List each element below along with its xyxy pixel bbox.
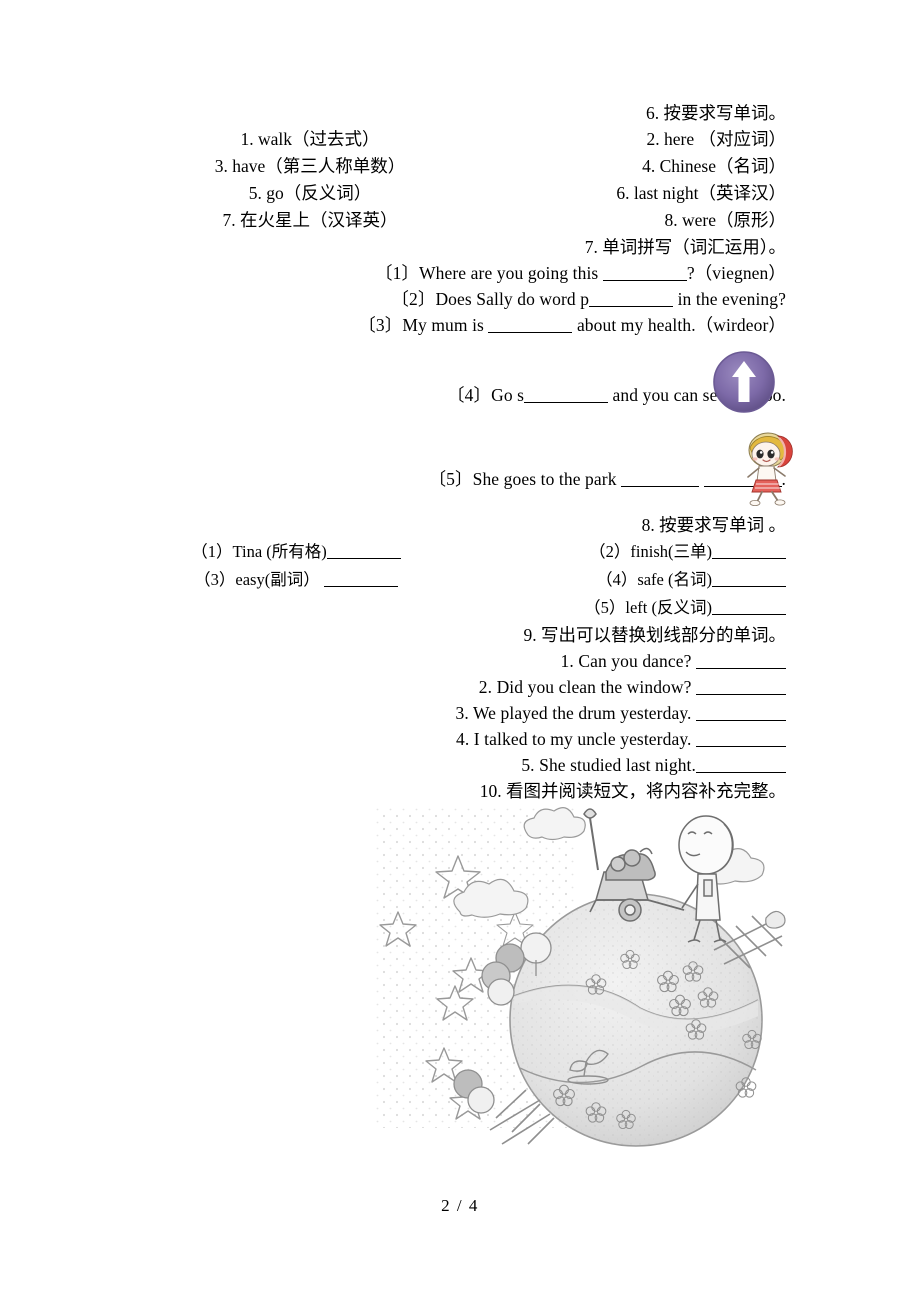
section-8-heading: 8. 按要求写单词 。	[641, 515, 786, 535]
section-6-row-2: 3. have（第三人称单数） 4. Chinese（名词）	[135, 153, 786, 180]
walking-girl-icon	[738, 432, 794, 507]
section-8-item-3: （3）easy(副词）	[135, 566, 457, 594]
answer-blank[interactable]	[712, 558, 786, 559]
answer-blank[interactable]	[696, 772, 786, 773]
section-8-item-5-label: （5）left (反义词)	[584, 598, 712, 617]
section-8-row-1: （1）Tina (所有格) （2）finish(三单)	[135, 538, 786, 566]
section-8-item-1-label: （1）Tina (所有格)	[191, 542, 327, 561]
section-6-row-4: 7. 在火星上（汉译英） 8. were（原形）	[135, 207, 787, 234]
page-number: 2 / 4	[441, 1196, 479, 1215]
section-6-item-3: 3. have（第三人称单数）	[214, 156, 406, 176]
answer-blank[interactable]	[712, 586, 786, 587]
section-7-q1-suffix: ?（viegnen）	[686, 263, 786, 283]
section-7-q5-prefix: 〔5〕She goes to the park	[428, 469, 617, 489]
section-9-item-3: 3. We played the drum yesterday.	[135, 700, 786, 726]
answer-blank[interactable]	[696, 720, 786, 721]
section-7-q2-prefix: 〔2〕Does Sally do word p	[391, 289, 590, 309]
up-arrow-sign-icon	[711, 349, 777, 415]
section-8-item-3-label: （3）easy(副词）	[194, 570, 320, 589]
section-9-heading: 9. 写出可以替换划线部分的单词。	[523, 625, 787, 645]
section-7-question-3: 〔3〕My mum is about my health.（wirdeor）	[135, 312, 786, 338]
section-9-item-1-text: 1. Can you dance?	[560, 651, 692, 671]
section-8-row-2: （3）easy(副词） （4）safe (名词)	[135, 566, 786, 594]
answer-blank[interactable]	[488, 332, 573, 333]
section-6-row-3: 5. go（反义词） 6. last night（英译汉）	[135, 180, 786, 207]
section-7-q3-suffix: about my health.（wirdeor）	[576, 315, 786, 335]
answer-blank[interactable]	[589, 306, 674, 307]
section-8-item-2: （2）finish(三单)	[457, 538, 786, 566]
worksheet-page: 6. 按要求写单词。 1. walk（过去式） 2. here （对应词） 3.…	[0, 0, 920, 1302]
section-7-heading: 7. 单词拼写（词汇运用）。	[584, 237, 786, 257]
section-6-item-1: 1. walk（过去式）	[240, 129, 380, 149]
section-9-item-4: 4. I talked to my uncle yesterday.	[135, 726, 786, 752]
section-7-q2-suffix: in the evening?	[677, 289, 786, 309]
section-9-item-3-text: 3. We played the drum yesterday.	[455, 703, 692, 723]
answer-blank[interactable]	[712, 614, 786, 615]
planet-with-child-illustration	[368, 800, 790, 1152]
section-9-item-1: 1. Can you dance?	[135, 648, 786, 674]
section-7-q4-prefix: 〔4〕Go s	[447, 385, 525, 405]
section-7-question-5: 〔5〕She goes to the park .	[135, 466, 786, 492]
answer-blank[interactable]	[524, 402, 609, 403]
section-6-item-8: 8. were（原形）	[664, 210, 787, 230]
section-9-item-2-text: 2. Did you clean the window?	[478, 677, 692, 697]
section-8-item-4-label: （4）safe (名词)	[596, 570, 712, 589]
section-7-question-2: 〔2〕Does Sally do word p in the evening?	[135, 286, 786, 312]
section-7-q3-prefix: 〔3〕My mum is	[358, 315, 484, 335]
section-6-item-2: 2. here （对应词）	[646, 129, 787, 149]
section-9-item-4-text: 4. I talked to my uncle yesterday.	[455, 729, 692, 749]
answer-blank[interactable]	[602, 280, 687, 281]
answer-blank[interactable]	[326, 558, 401, 559]
answer-blank[interactable]	[696, 746, 786, 747]
section-6-item-6: 6. last night（英译汉）	[616, 183, 786, 203]
answer-blank[interactable]	[696, 668, 786, 669]
content-column: 6. 按要求写单词。 1. walk（过去式） 2. here （对应词） 3.…	[135, 100, 786, 804]
section-7-question-1: 〔1〕Where are you going this ?（viegnen）	[135, 260, 786, 286]
section-6-item-4: 4. Chinese（名词）	[642, 156, 786, 176]
section-9-item-5-text: 5. She studied last night.	[521, 755, 696, 775]
section-8-item-2-label: （2）finish(三单)	[589, 542, 712, 561]
answer-blank[interactable]	[696, 694, 786, 695]
answer-blank[interactable]	[621, 486, 700, 487]
section-8-row-3: （5）left (反义词)	[135, 594, 786, 622]
section-8-item-1: （1）Tina (所有格)	[135, 538, 457, 566]
section-9-item-2: 2. Did you clean the window?	[135, 674, 786, 700]
section-7-question-4: 〔4〕Go s and you can see the zoo.	[135, 382, 786, 408]
section-9-item-5: 5. She studied last night.	[135, 752, 786, 778]
section-8-item-5: （5）left (反义词)	[457, 594, 786, 622]
section-6-heading: 6. 按要求写单词。	[646, 103, 786, 123]
section-8-item-4: （4）safe (名词)	[457, 566, 786, 594]
section-6-item-5: 5. go（反义词）	[248, 183, 372, 203]
section-6-item-7: 7. 在火星上（汉译英）	[222, 210, 398, 230]
answer-blank[interactable]	[323, 586, 398, 587]
section-7-q1-prefix: 〔1〕Where are you going this	[375, 263, 599, 283]
section-6-row-1: 1. walk（过去式） 2. here （对应词）	[135, 126, 786, 153]
